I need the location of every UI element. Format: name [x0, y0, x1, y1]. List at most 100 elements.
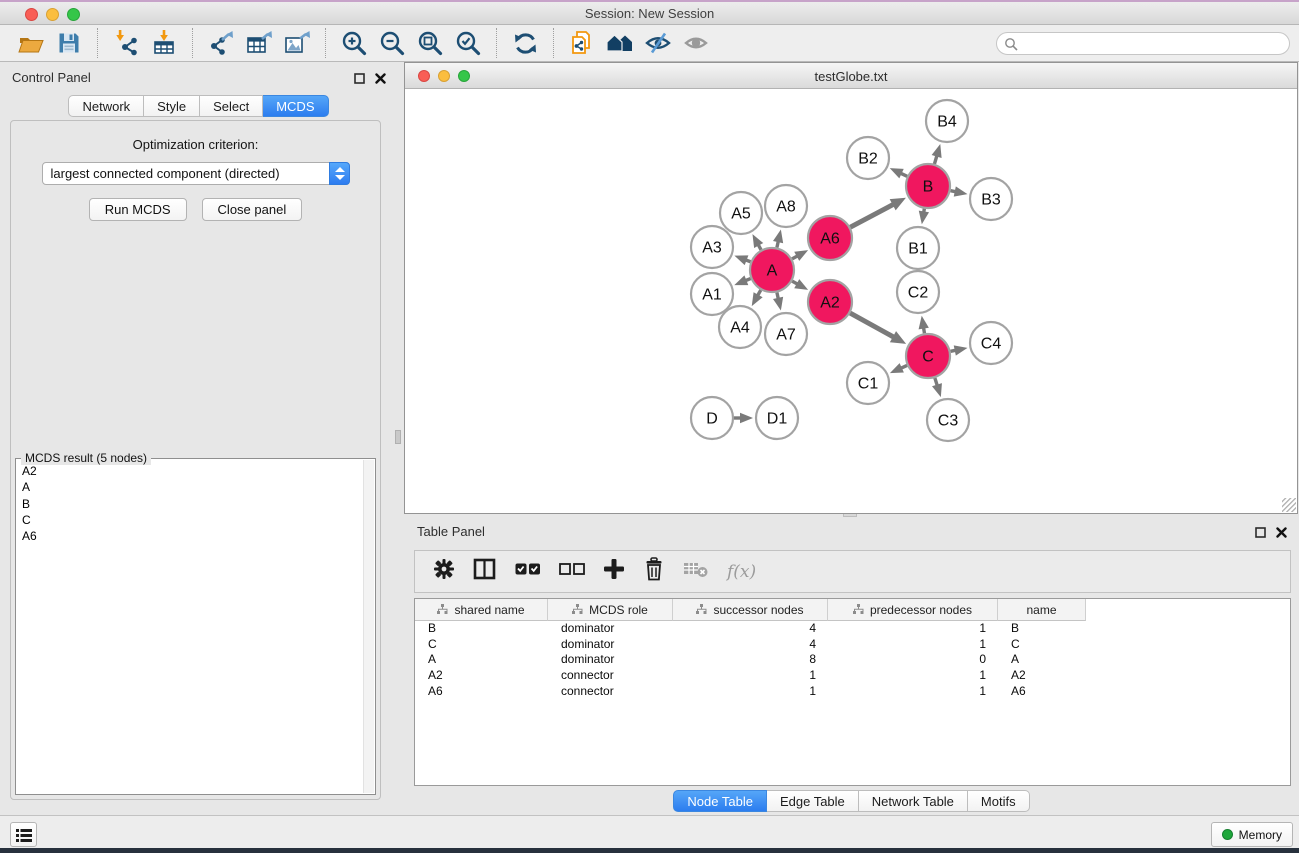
column-header-predecessor-nodes[interactable]: predecessor nodes	[828, 599, 998, 621]
memory-button[interactable]: Memory	[1211, 822, 1293, 847]
memory-status-dot	[1222, 829, 1233, 840]
graph-node-label: A1	[702, 287, 722, 304]
delete-column-trash-icon[interactable]	[643, 557, 665, 586]
zoom-fit-icon[interactable]	[413, 27, 447, 59]
mcds-result-item[interactable]: A	[18, 479, 361, 495]
search-input[interactable]	[1023, 34, 1281, 53]
result-list-scrollbar[interactable]	[363, 460, 374, 793]
control-panel-tabs: NetworkStyleSelectMCDS	[0, 95, 397, 117]
column-header-MCDS-role[interactable]: MCDS role	[548, 599, 673, 621]
node-table-header: shared nameMCDS role successor nodes prede…	[415, 599, 1290, 621]
edge-arrowhead-icon	[740, 413, 753, 423]
graph-node-label: C2	[908, 285, 929, 302]
duplicate-network-icon[interactable]	[565, 27, 599, 59]
run-mcds-button[interactable]: Run MCDS	[89, 198, 187, 221]
table-cell: 1	[828, 637, 998, 653]
export-network-icon[interactable]	[204, 27, 238, 59]
graph-node-label: D	[706, 411, 718, 428]
tab-mcds[interactable]: MCDS	[263, 95, 328, 117]
table-cell: 4	[673, 621, 828, 637]
graph-edge-A2-C[interactable]	[850, 313, 895, 338]
control-panel-float-icon[interactable]	[352, 71, 366, 85]
sort-column-icon	[696, 604, 707, 615]
tab-network[interactable]: Network	[68, 95, 144, 117]
table-cell: A	[998, 652, 1086, 668]
mcds-result-item[interactable]: A6	[18, 528, 361, 544]
table-cell: connector	[548, 668, 673, 684]
table-settings-gear-icon[interactable]	[433, 558, 455, 585]
column-header-name[interactable]: name	[998, 599, 1086, 621]
export-table-icon[interactable]	[242, 27, 276, 59]
tab-style[interactable]: Style	[144, 95, 200, 117]
graph-node-label: C	[922, 349, 934, 366]
table-row[interactable]: Cdominator41C	[415, 637, 1290, 653]
mcds-result-item[interactable]: C	[18, 512, 361, 528]
sort-column-icon	[853, 604, 864, 615]
graph-node-label: C3	[938, 413, 959, 430]
tab-select[interactable]: Select	[200, 95, 263, 117]
zoom-selected-icon[interactable]	[451, 27, 485, 59]
criterion-dropdown[interactable]: largest connected component (directed)	[42, 162, 350, 185]
table-row[interactable]: A6connector11A6	[415, 684, 1290, 700]
create-column-plus-icon[interactable]	[603, 558, 625, 585]
zoom-in-icon[interactable]	[337, 27, 371, 59]
table-cell: 1	[828, 668, 998, 684]
table-row[interactable]: Adominator80A	[415, 652, 1290, 668]
edge-arrowhead-icon	[794, 279, 808, 290]
import-table-icon[interactable]	[147, 27, 181, 59]
table-cell: B	[415, 621, 548, 637]
hide-graphics-details-icon[interactable]	[641, 27, 675, 59]
graph-node-label: A3	[702, 240, 722, 257]
control-panel-close-icon[interactable]	[373, 71, 387, 85]
graph-edge-A6-B[interactable]	[850, 204, 894, 227]
save-session-icon[interactable]	[52, 27, 86, 59]
column-header-label: successor nodes	[713, 603, 803, 617]
search-icon	[1004, 37, 1019, 52]
table-panel-float-icon[interactable]	[1253, 525, 1267, 539]
table-cell: 4	[673, 637, 828, 653]
edge-arrowhead-icon	[919, 211, 929, 225]
show-all-networks-icon[interactable]	[603, 27, 637, 59]
search-field	[996, 32, 1290, 55]
table-panel-close-icon[interactable]	[1274, 525, 1288, 539]
show-graphics-details-icon[interactable]	[679, 27, 713, 59]
column-header-successor-nodes[interactable]: successor nodes	[673, 599, 828, 621]
table-cell: 1	[828, 621, 998, 637]
table-cell: dominator	[548, 637, 673, 653]
graph-node-label: B	[923, 179, 934, 196]
close-panel-button[interactable]: Close panel	[202, 198, 303, 221]
network-graph[interactable]: B4B2BB3A5A8A6B1A3AC2A1A2A4A7C4CC1C3DD1	[405, 89, 1297, 513]
mcds-result-item[interactable]: A2	[18, 463, 361, 479]
tab-edge-table[interactable]: Edge Table	[767, 790, 859, 812]
edge-arrowhead-icon	[954, 345, 968, 355]
column-header-shared-name[interactable]: shared name	[415, 599, 548, 621]
task-history-button[interactable]	[10, 822, 37, 847]
mcds-result-item[interactable]: B	[18, 496, 361, 512]
vertical-split-handle[interactable]	[395, 430, 401, 444]
tab-node-table[interactable]: Node Table	[673, 790, 767, 812]
optimization-criterion-label: Optimization criterion:	[11, 137, 380, 152]
window-resize-grip[interactable]	[1282, 498, 1296, 512]
tab-network-table[interactable]: Network Table	[859, 790, 968, 812]
graph-node-label: B2	[858, 151, 878, 168]
graph-node-label: A8	[776, 199, 796, 216]
main-toolbar	[0, 25, 1299, 62]
table-toolbar: f(x)	[414, 550, 1291, 593]
main-titlebar: Session: New Session	[0, 2, 1299, 25]
open-session-icon[interactable]	[14, 27, 48, 59]
network-canvas[interactable]: B4B2BB3A5A8A6B1A3AC2A1A2A4A7C4CC1C3DD1	[405, 89, 1297, 513]
show-columns-icon[interactable]	[473, 558, 497, 585]
tab-motifs[interactable]: Motifs	[968, 790, 1030, 812]
export-image-icon[interactable]	[280, 27, 314, 59]
graph-node-label: B4	[937, 114, 957, 131]
unselect-all-columns-icon[interactable]	[559, 562, 585, 581]
zoom-out-icon[interactable]	[375, 27, 409, 59]
table-row[interactable]: A2connector11A2	[415, 668, 1290, 684]
import-network-icon[interactable]	[109, 27, 143, 59]
select-all-columns-icon[interactable]	[515, 562, 541, 581]
table-row[interactable]: Bdominator41B	[415, 621, 1290, 637]
graph-node-label: A	[767, 263, 778, 280]
table-cell: A2	[415, 668, 548, 684]
graph-node-label: B1	[908, 241, 928, 258]
refresh-layout-icon[interactable]	[508, 27, 542, 59]
